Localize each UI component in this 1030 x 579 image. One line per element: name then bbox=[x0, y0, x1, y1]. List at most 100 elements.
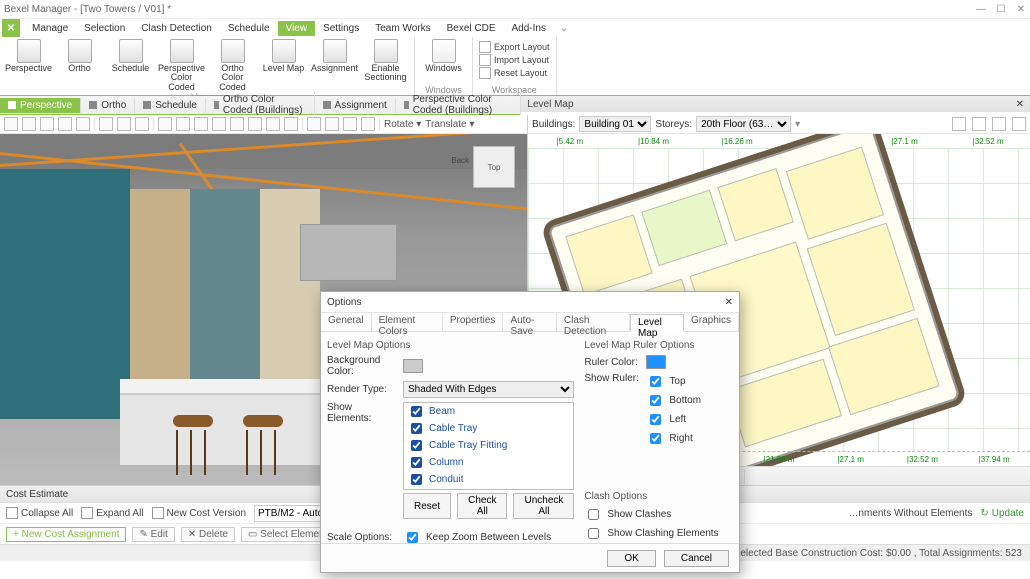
ribbon-level-map-button[interactable]: Level Map bbox=[261, 39, 306, 92]
minimize-icon[interactable]: — bbox=[976, 4, 986, 15]
close-icon[interactable]: ✕ bbox=[1016, 4, 1026, 15]
levelmap-tool-icon[interactable] bbox=[972, 117, 986, 131]
elements-listbox[interactable]: BeamCable TrayCable Tray FittingColumnCo… bbox=[403, 402, 574, 490]
levelmap-close-icon[interactable]: ✕ bbox=[1016, 99, 1024, 110]
bgcolor-swatch[interactable] bbox=[403, 359, 423, 373]
tool-icon[interactable] bbox=[248, 117, 262, 131]
tool-icon[interactable] bbox=[266, 117, 280, 131]
workspace-reset-layout[interactable]: Reset Layout bbox=[479, 67, 550, 79]
options-tab-properties[interactable]: Properties bbox=[443, 313, 504, 331]
rendertype-select[interactable]: Shaded With Edges bbox=[403, 381, 574, 398]
update-button[interactable]: ↻ Update bbox=[980, 508, 1024, 519]
tool-icon[interactable] bbox=[307, 117, 321, 131]
new-cost-assignment-button[interactable]: + New Cost Assignment bbox=[6, 527, 126, 542]
storeys-select[interactable]: 20th Floor (63… bbox=[696, 116, 791, 132]
translate-dropdown[interactable]: Translate ▾ bbox=[425, 119, 474, 130]
ok-button[interactable]: OK bbox=[607, 550, 655, 567]
element-checkbox[interactable] bbox=[411, 457, 422, 468]
uncheck-all-button[interactable]: Uncheck All bbox=[513, 493, 574, 519]
element-item[interactable]: Conduit Fitting bbox=[404, 488, 573, 490]
tool-icon[interactable] bbox=[176, 117, 190, 131]
keep-zoom-checkbox[interactable]: Keep Zoom Between Levels bbox=[403, 529, 551, 543]
show-ruler-top-checkbox[interactable]: Top bbox=[646, 373, 701, 390]
viewtab-schedule[interactable]: Schedule bbox=[135, 98, 206, 113]
levelmap-tool-icon[interactable] bbox=[1012, 117, 1026, 131]
tool-icon[interactable] bbox=[76, 117, 90, 131]
options-tab-level-map[interactable]: Level Map bbox=[630, 314, 684, 332]
menu-settings[interactable]: Settings bbox=[315, 21, 367, 36]
menu-schedule[interactable]: Schedule bbox=[220, 21, 278, 36]
tool-icon[interactable] bbox=[22, 117, 36, 131]
new-cost-version-button[interactable]: New Cost Version bbox=[152, 507, 246, 519]
clash-option-checkbox[interactable]: Show Clashing Elements bbox=[584, 525, 733, 542]
show-ruler-bottom-checkbox[interactable]: Bottom bbox=[646, 392, 701, 409]
tool-icon[interactable] bbox=[158, 117, 172, 131]
ribbon-perspective-button[interactable]: Perspective bbox=[6, 39, 51, 92]
ribbon-perspective-color-coded-button[interactable]: Perspective Color Coded bbox=[159, 39, 204, 92]
menu-add-ins[interactable]: Add-Ins bbox=[504, 21, 554, 36]
tool-icon[interactable] bbox=[361, 117, 375, 131]
tool-icon[interactable] bbox=[212, 117, 226, 131]
element-item[interactable]: Conduit bbox=[404, 471, 573, 488]
tool-icon[interactable] bbox=[343, 117, 357, 131]
buildings-select[interactable]: Building 01 bbox=[579, 116, 651, 132]
menu-selection[interactable]: Selection bbox=[76, 21, 133, 36]
levelmap-tool-icon[interactable] bbox=[992, 117, 1006, 131]
viewtab-assignment[interactable]: Assignment bbox=[315, 98, 396, 113]
options-tab-element-colors[interactable]: Element Colors bbox=[372, 313, 443, 331]
workspace-import-layout[interactable]: Import Layout bbox=[479, 54, 550, 66]
without-elements-button[interactable]: …nments Without Elements bbox=[848, 508, 972, 519]
element-checkbox[interactable] bbox=[411, 406, 422, 417]
reset-button[interactable]: Reset bbox=[403, 493, 451, 519]
rotate-dropdown[interactable]: Rotate ▾ bbox=[384, 119, 421, 130]
element-item[interactable]: Cable Tray bbox=[404, 420, 573, 437]
options-tab-clash-detection[interactable]: Clash Detection bbox=[557, 313, 630, 331]
workspace-export-layout[interactable]: Export Layout bbox=[479, 41, 550, 53]
tool-icon[interactable] bbox=[40, 117, 54, 131]
delete-button[interactable]: ✕ Delete bbox=[181, 527, 235, 542]
viewtab-perspective[interactable]: Perspective bbox=[0, 98, 81, 113]
ribbon-schedule-button[interactable]: Schedule bbox=[108, 39, 153, 92]
options-tab-auto-save[interactable]: Auto-Save bbox=[503, 313, 556, 331]
tool-icon[interactable] bbox=[194, 117, 208, 131]
element-item[interactable]: Cable Tray Fitting bbox=[404, 437, 573, 454]
tool-icon[interactable] bbox=[117, 117, 131, 131]
ribbon-assignment-button[interactable]: Assignment bbox=[312, 39, 357, 92]
options-close-icon[interactable]: ✕ bbox=[725, 297, 733, 308]
element-checkbox[interactable] bbox=[411, 423, 422, 434]
cancel-button[interactable]: Cancel bbox=[664, 550, 729, 567]
menu-overflow-icon[interactable]: ⌄ bbox=[554, 21, 574, 36]
menu-team-works[interactable]: Team Works bbox=[367, 21, 438, 36]
clash-option-checkbox[interactable]: Show Clashes bbox=[584, 506, 733, 523]
levelmap-tool-icon[interactable] bbox=[952, 117, 966, 131]
show-ruler-right-checkbox[interactable]: Right bbox=[646, 430, 701, 447]
menu-bexel-cde[interactable]: Bexel CDE bbox=[439, 21, 504, 36]
element-checkbox[interactable] bbox=[411, 440, 422, 451]
tool-icon[interactable] bbox=[135, 117, 149, 131]
element-item[interactable]: Column bbox=[404, 454, 573, 471]
check-all-button[interactable]: Check All bbox=[457, 493, 507, 519]
viewcube-back-label[interactable]: Back bbox=[451, 156, 469, 165]
tool-icon[interactable] bbox=[230, 117, 244, 131]
viewcube[interactable]: Top bbox=[473, 146, 515, 188]
menu-view[interactable]: View bbox=[278, 21, 316, 36]
tool-icon[interactable] bbox=[99, 117, 113, 131]
options-tab-general[interactable]: General bbox=[321, 313, 372, 331]
tool-icon[interactable] bbox=[325, 117, 339, 131]
edit-button[interactable]: ✎ Edit bbox=[132, 527, 174, 542]
ribbon-windows-button[interactable]: Windows bbox=[421, 39, 466, 73]
viewtab-ortho[interactable]: Ortho bbox=[81, 98, 135, 113]
show-ruler-left-checkbox[interactable]: Left bbox=[646, 411, 701, 428]
ribbon-ortho-button[interactable]: Ortho bbox=[57, 39, 102, 92]
element-checkbox[interactable] bbox=[411, 474, 422, 485]
tool-icon[interactable] bbox=[4, 117, 18, 131]
ribbon-ortho-color-coded-button[interactable]: Ortho Color Coded bbox=[210, 39, 255, 92]
maximize-icon[interactable]: ☐ bbox=[996, 4, 1006, 15]
menu-manage[interactable]: Manage bbox=[24, 21, 76, 36]
collapse-all-button[interactable]: Collapse All bbox=[6, 507, 73, 519]
tool-icon[interactable] bbox=[284, 117, 298, 131]
element-item[interactable]: Beam bbox=[404, 403, 573, 420]
tool-icon[interactable] bbox=[58, 117, 72, 131]
menu-clash-detection[interactable]: Clash Detection bbox=[133, 21, 220, 36]
options-tab-graphics[interactable]: Graphics bbox=[684, 313, 739, 331]
